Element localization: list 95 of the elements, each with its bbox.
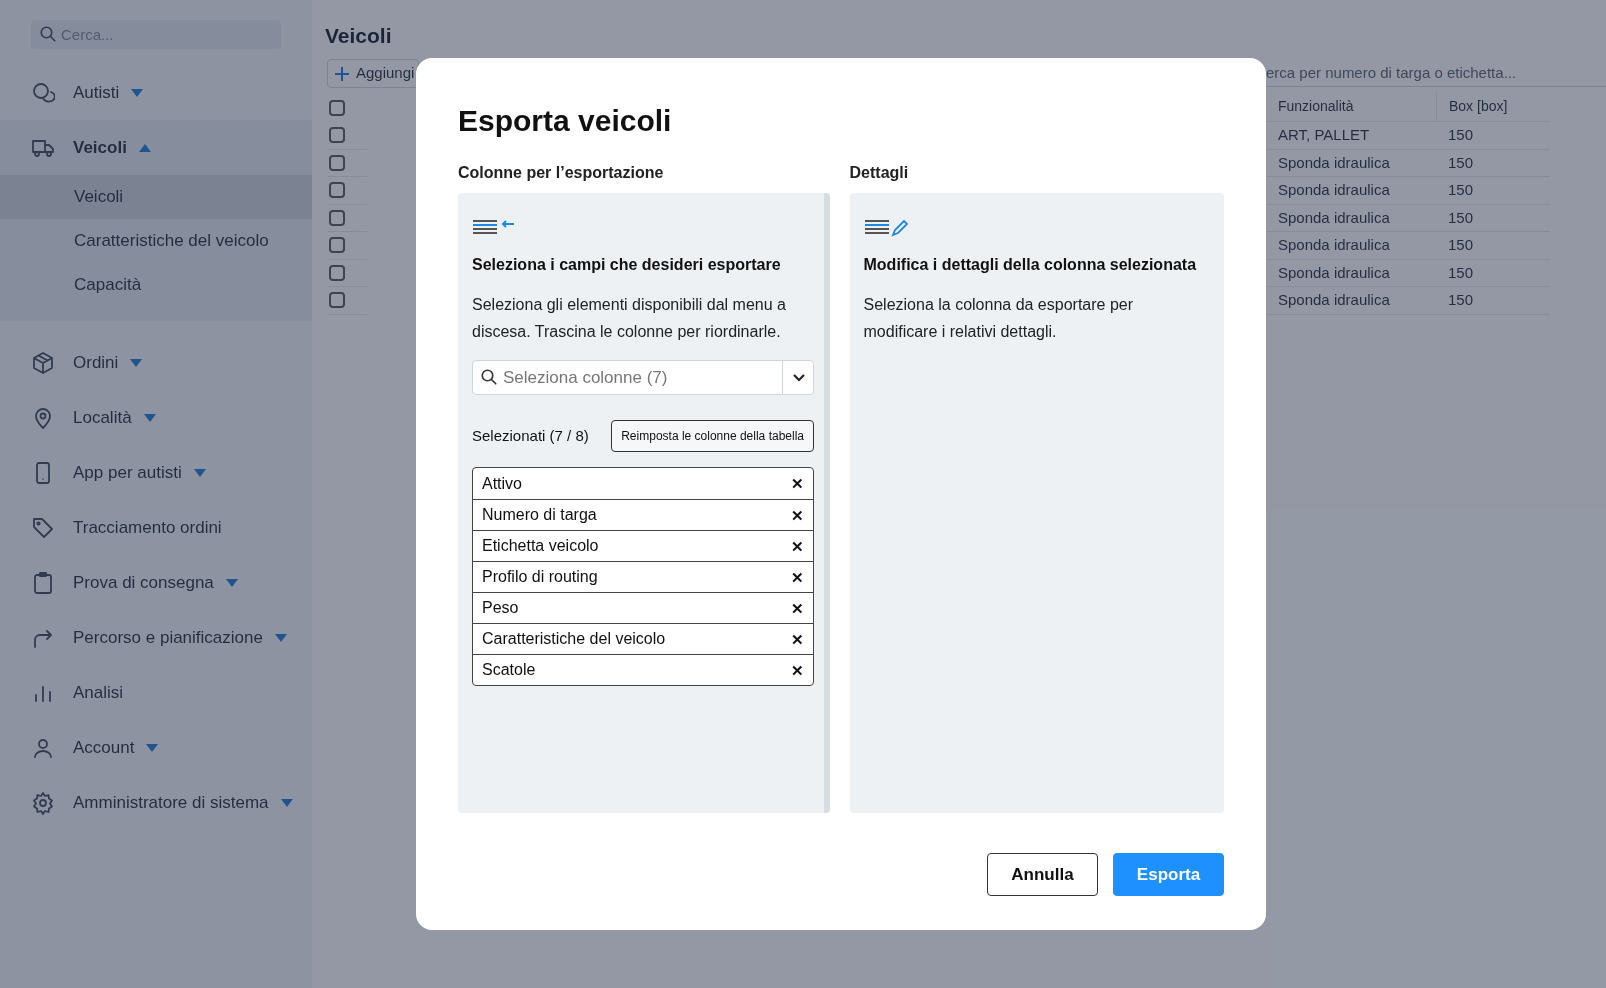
sidebar-item[interactable]: App per autisti <box>0 445 312 500</box>
column-name: Scatole <box>482 660 536 680</box>
column-name: Numero di targa <box>482 505 597 525</box>
plus-icon <box>334 65 350 82</box>
checkbox[interactable] <box>329 264 345 281</box>
selected-count: Selezionati (7 / 8) <box>472 425 589 446</box>
dialog-title: Esporta veicoli <box>458 103 673 139</box>
page-title: Veicoli <box>325 23 392 49</box>
remove-button[interactable]: ✕ <box>791 600 804 616</box>
checkbox[interactable] <box>329 100 345 116</box>
panel-heading: Modifica i dettagli della colonna selezionata <box>863 255 1198 275</box>
sidebar-subitem[interactable]: Capacità <box>0 263 312 307</box>
box-icon <box>31 350 55 375</box>
column-list-item[interactable]: Attivo ✕ <box>473 468 813 499</box>
column-list-item[interactable]: Caratteristiche del veicolo ✕ <box>473 623 813 654</box>
column-name: Caratteristiche del veicolo <box>482 629 666 649</box>
column-select[interactable]: Seleziona colonne (7) <box>472 360 814 395</box>
table-cell-text: 150 <box>1447 152 1475 173</box>
caret-down-icon <box>130 358 143 367</box>
checkbox[interactable] <box>329 182 345 199</box>
caret-down-icon <box>280 798 293 807</box>
table-cell-text: Sponda idraulica <box>1277 152 1391 173</box>
caret-down-icon <box>274 633 287 642</box>
checkbox[interactable] <box>329 154 345 171</box>
column-list-item[interactable]: Numero di targa ✕ <box>473 499 813 530</box>
caret-up-icon <box>138 143 151 152</box>
column-name: Attivo <box>482 473 522 494</box>
table-cell-text: 150 <box>1447 180 1475 200</box>
caret-down-icon <box>193 468 206 477</box>
caret-down-icon <box>146 743 159 752</box>
export-button[interactable]: Esporta <box>1113 853 1224 896</box>
column-name: Peso <box>482 598 519 618</box>
checkbox[interactable] <box>329 237 345 254</box>
sidebar-item[interactable]: Analisi <box>0 665 312 720</box>
sidebar-item[interactable]: Account <box>0 720 312 775</box>
column-list-item[interactable]: Etichetta veicolo ✕ <box>473 530 813 561</box>
panel-description: Seleziona la colonna da esportare per modificare i relativi dettagli. <box>863 295 1135 342</box>
sidebar-item[interactable]: Amministratore di sistema <box>0 775 312 830</box>
caret-down-icon <box>225 578 238 587</box>
table-cell-text: ART, PALLET <box>1277 125 1371 145</box>
chevron-down-icon <box>791 372 806 383</box>
search-icon <box>480 368 498 386</box>
sidebar-item[interactable]: Ordini <box>0 335 312 390</box>
column-header[interactable]: Funzionalità <box>1266 96 1436 117</box>
sidebar-item[interactable]: Tracciamento ordini <box>0 500 312 555</box>
sidebar-item[interactable]: Autisti <box>0 65 312 120</box>
add-button[interactable]: Aggiungi <box>327 59 420 88</box>
table-cell-text: 150 <box>1447 290 1475 310</box>
sidebar-subitem[interactable]: Caratteristiche del veicolo <box>0 219 312 263</box>
sidebar-item[interactable]: Percorso e pianificazione <box>0 610 312 665</box>
column-header[interactable]: Box [box] <box>1436 92 1550 121</box>
column-list-item[interactable]: Peso ✕ <box>473 592 813 623</box>
table-cell-text: 150 <box>1447 235 1475 255</box>
clipboard-icon <box>31 570 55 595</box>
caret-down-icon <box>143 413 156 422</box>
section-label: Dettagli <box>849 163 910 183</box>
section-label: Colonne per l’esportazione <box>458 163 665 183</box>
table-cell-text: 150 <box>1447 207 1475 228</box>
checkbox[interactable] <box>329 292 345 309</box>
table-cell-text: Sponda idraulica <box>1277 180 1391 200</box>
remove-button[interactable]: ✕ <box>791 476 804 491</box>
table-cell-text: Sponda idraulica <box>1277 290 1391 310</box>
table-cell-text: Sponda idraulica <box>1277 207 1391 228</box>
remove-button[interactable]: ✕ <box>791 538 804 554</box>
column-name: Profilo di routing <box>482 567 598 587</box>
panel-description: Seleziona gli elementi disponibili dal menu a discesa. Trascina le colonne per riordinarle. <box>472 295 787 342</box>
sidebar-item[interactable]: Veicoli <box>0 120 312 175</box>
remove-button[interactable]: ✕ <box>791 662 804 678</box>
search-icon <box>39 25 57 43</box>
column-list-item[interactable]: Profilo di routing ✕ <box>473 561 813 592</box>
remove-button[interactable]: ✕ <box>791 507 804 523</box>
sidebar-item[interactable]: Località <box>0 390 312 445</box>
search-field[interactable]: erca per numero di targa o etichetta... <box>1266 58 1606 87</box>
sidebar-subitem[interactable]: Veicoli <box>0 175 312 219</box>
table-cell-text: Sponda idraulica <box>1277 262 1391 283</box>
reset-columns-button[interactable]: Reimposta le colonne della tabella <box>611 420 814 452</box>
remove-button[interactable]: ✕ <box>791 631 804 647</box>
column-name: Etichetta veicolo <box>482 536 599 556</box>
bubbles-icon <box>31 80 55 105</box>
cancel-button[interactable]: Annulla <box>987 853 1098 896</box>
list-pencil-icon <box>863 217 908 237</box>
caret-down-icon <box>131 88 144 97</box>
table-cell-text: Sponda idraulica <box>1277 235 1391 255</box>
list-arrow-icon <box>472 217 516 237</box>
remove-button[interactable]: ✕ <box>791 569 804 585</box>
panel-heading: Seleziona i campi che desideri esportare <box>472 255 782 275</box>
checkbox[interactable] <box>329 209 345 226</box>
column-list-item[interactable]: Scatole ✕ <box>473 654 813 685</box>
table-cell-text: 150 <box>1447 262 1475 283</box>
sidebar-item[interactable]: Prova di consegna <box>0 555 312 610</box>
settings-icon <box>31 790 55 815</box>
tag-icon <box>31 515 55 540</box>
table-cell-text: 150 <box>1447 125 1475 145</box>
scrollbar[interactable] <box>823 193 830 813</box>
checkbox[interactable] <box>329 127 345 144</box>
